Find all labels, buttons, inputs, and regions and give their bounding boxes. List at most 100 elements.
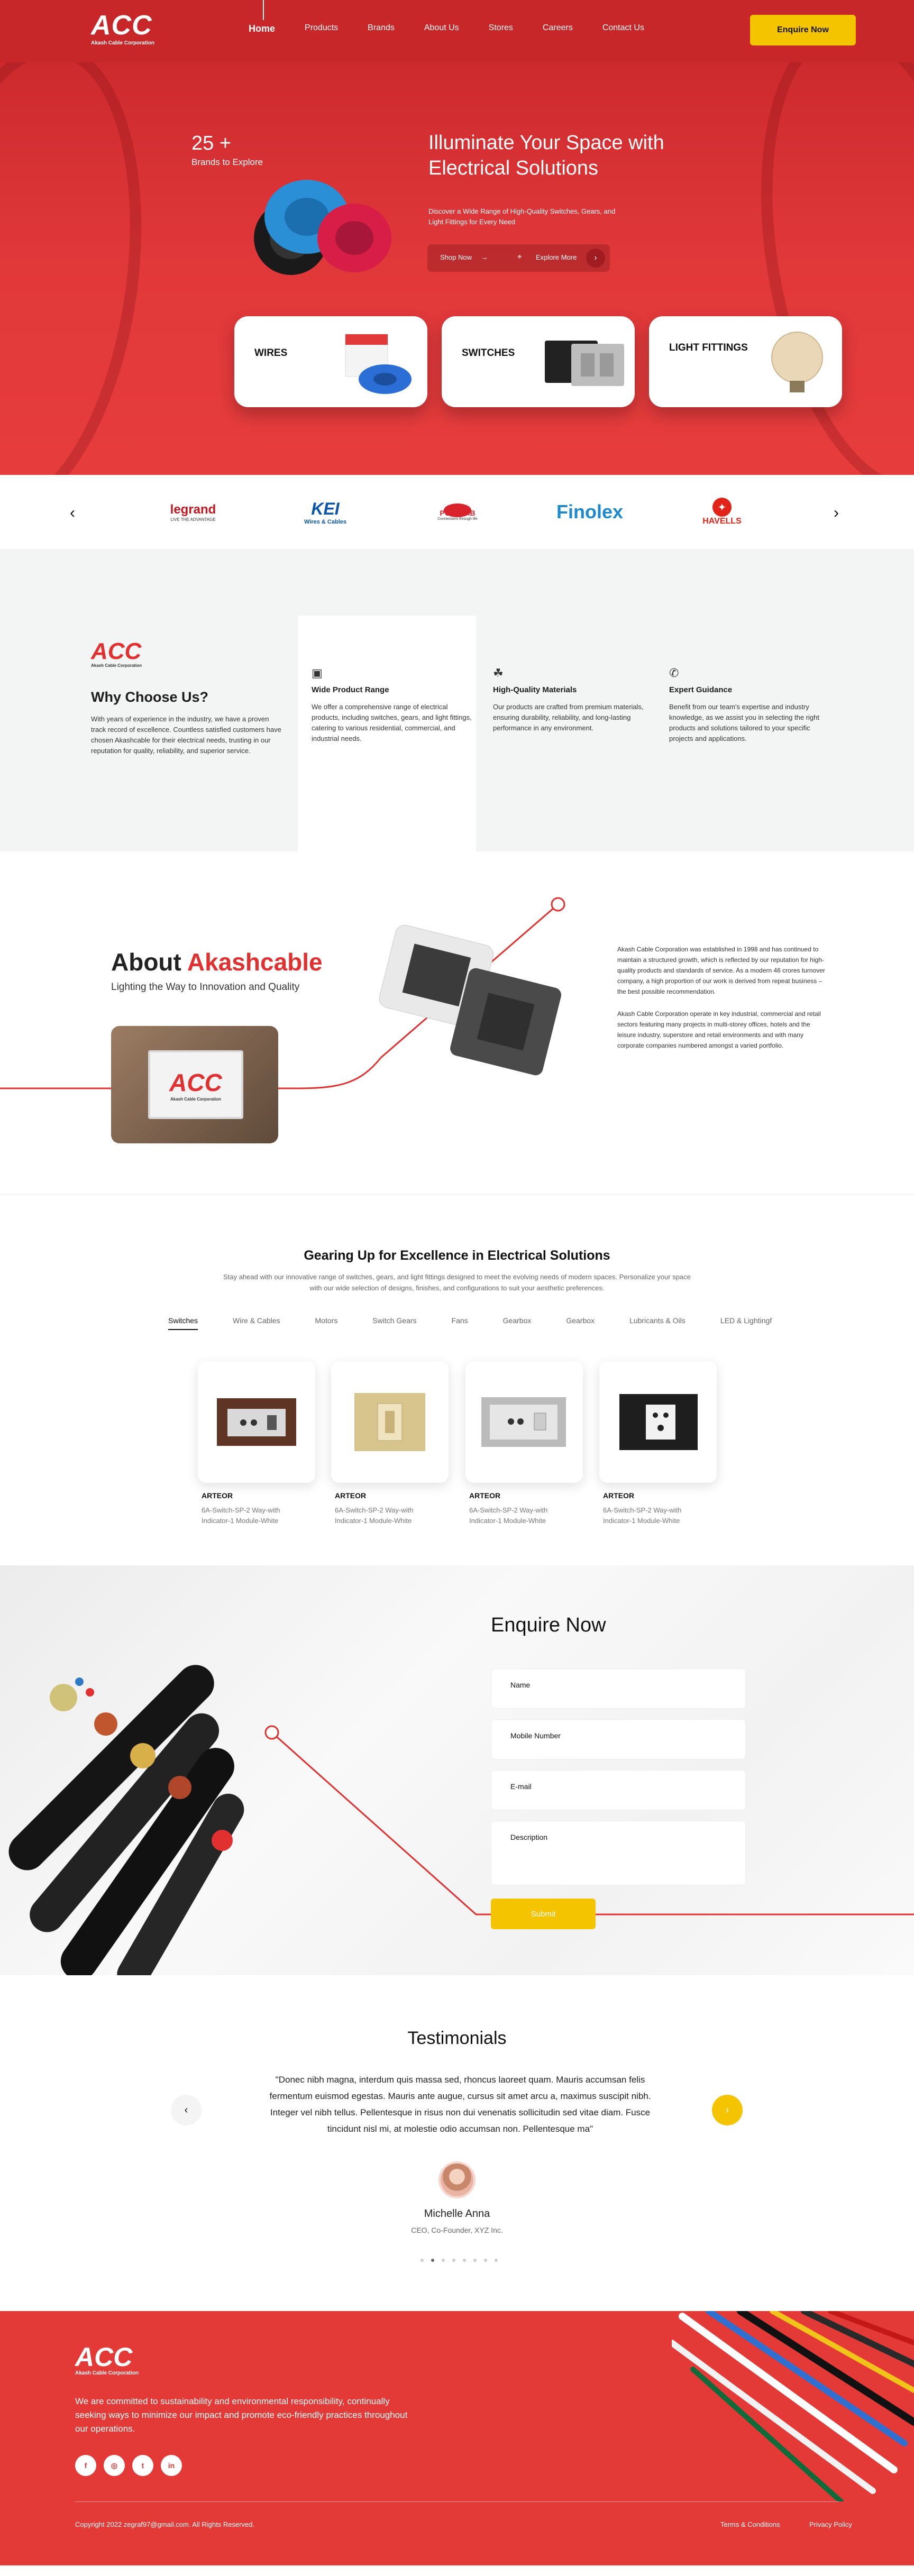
carousel-dot[interactable] <box>473 2259 477 2262</box>
nav-about-us[interactable]: About Us <box>424 23 459 34</box>
about-title: About Akashcable <box>111 948 323 976</box>
category-card-light-fittings[interactable]: LIGHT FITTINGS <box>649 316 842 407</box>
about-subtitle: Lighting the Way to Innovation and Quali… <box>111 982 300 993</box>
tab-switch-gears[interactable]: Switch Gears <box>372 1316 416 1330</box>
product-image <box>354 1393 425 1451</box>
products-title: Gearing Up for Excellence in Electrical … <box>304 1248 610 1263</box>
hero-actions: Shop Now → ⌖ Explore More › <box>427 244 610 272</box>
feature-text: Benefit from our team's expertise and in… <box>669 703 819 742</box>
shop-now-link[interactable]: Shop Now → <box>440 253 488 261</box>
testimonials-section: Testimonials ‹ "Donec nibh magna, interd… <box>0 1975 914 2311</box>
enquire-now-button[interactable]: Enquire Now <box>750 15 856 45</box>
privacy-link[interactable]: Privacy Policy <box>809 2520 852 2528</box>
brand-name: HAVELLS <box>702 517 742 526</box>
brands-next-arrow[interactable]: › <box>834 504 839 522</box>
submit-button[interactable]: Submit <box>491 1899 596 1929</box>
facebook-icon[interactable]: f <box>75 2455 96 2476</box>
carousel-dot[interactable] <box>421 2259 424 2262</box>
carousel-dot[interactable] <box>442 2259 445 2262</box>
brand-logo-polycab[interactable]: POLYCAB Connections through life <box>423 496 492 528</box>
explore-more-link[interactable]: Explore More <box>536 253 577 261</box>
product-image <box>619 1394 698 1450</box>
tab-lubricants-oils[interactable]: Lubricants & Oils <box>629 1316 686 1330</box>
brands-prev-arrow[interactable]: ‹ <box>70 504 75 522</box>
site-logo[interactable]: ACC Akash Cable Corporation <box>91 12 170 49</box>
nav-contact-us[interactable]: Contact Us <box>602 23 644 34</box>
tab-fans[interactable]: Fans <box>452 1316 468 1330</box>
carousel-dot[interactable] <box>495 2259 498 2262</box>
decorative-cable-left <box>0 29 170 475</box>
testimonial-next-button[interactable]: › <box>712 2095 743 2125</box>
product-name: ARTEOR <box>335 1491 367 1500</box>
tab-gearbox-2[interactable]: Gearbox <box>566 1316 595 1330</box>
switch-panel-image <box>545 341 624 386</box>
mobile-number-field[interactable]: Mobile Number <box>491 1719 746 1759</box>
nav-products[interactable]: Products <box>305 23 338 34</box>
tab-gearbox[interactable]: Gearbox <box>503 1316 532 1330</box>
terms-link[interactable]: Terms & Conditions <box>720 2520 780 2528</box>
testimonial-prev-button[interactable]: ‹ <box>171 2095 202 2125</box>
carousel-dot[interactable] <box>484 2259 487 2262</box>
why-title: Why Choose Us? <box>91 689 209 705</box>
tab-wire-cables[interactable]: Wire & Cables <box>233 1316 280 1330</box>
product-card[interactable] <box>465 1361 583 1483</box>
footer: ACC Akash Cable Corporation We are commi… <box>0 2311 914 2565</box>
brand-tagline: LIVE THE ADVANTAGE <box>170 517 216 522</box>
tab-motors[interactable]: Motors <box>315 1316 338 1330</box>
product-card[interactable] <box>331 1361 449 1483</box>
materials-icon: ☘ <box>493 666 504 680</box>
avatar <box>438 2161 476 2198</box>
brand-name: legrand <box>170 502 216 517</box>
logo-text: ACC <box>91 10 152 41</box>
instagram-icon[interactable]: ◎ <box>104 2455 125 2476</box>
nav-careers[interactable]: Careers <box>543 23 573 34</box>
product-tabs: Switches Wire & Cables Motors Switch Gea… <box>168 1316 772 1330</box>
nav-brands[interactable]: Brands <box>368 23 395 34</box>
product-card[interactable] <box>198 1361 315 1483</box>
feature-wide-product-range: ▣ Wide Product Range We offer a comprehe… <box>312 666 476 744</box>
product-name: ARTEOR <box>202 1491 233 1500</box>
nav-stores[interactable]: Stores <box>489 23 513 34</box>
section-divider <box>0 1194 914 1195</box>
about-description: Akash Cable Corporation was established … <box>617 944 829 1051</box>
tab-led-lighting[interactable]: LED & Lightingf <box>720 1316 772 1330</box>
twitter-icon[interactable]: t <box>132 2455 153 2476</box>
products-description: Stay ahead with our innovative range of … <box>223 1273 691 1292</box>
carousel-dot[interactable] <box>452 2259 455 2262</box>
brands-strip: ‹ legrand LIVE THE ADVANTAGE KEI Wires &… <box>0 475 914 549</box>
linkedin-icon[interactable]: in <box>161 2455 182 2476</box>
product-desc: 6A-Switch-SP-2 Way-with Indicator-1 Modu… <box>603 1506 682 1525</box>
product-card[interactable] <box>599 1361 717 1483</box>
product-box-icon: ▣ <box>312 666 323 680</box>
category-card-switches[interactable]: SWITCHES <box>442 316 635 407</box>
testimonial-role: CEO, Co-Founder, XYZ Inc. <box>411 2226 503 2234</box>
feature-expert-guidance: ✆ Expert Guidance Benefit from our team'… <box>669 666 833 744</box>
brand-logo-finolex[interactable]: Finolex <box>550 496 629 528</box>
name-field[interactable]: Name <box>491 1669 746 1709</box>
carousel-dot-active[interactable] <box>431 2259 434 2262</box>
footer-description: We are committed to sustainability and e… <box>75 2396 408 2434</box>
category-card-wires[interactable]: WIRES <box>234 316 427 407</box>
footer-logo[interactable]: ACC Akash Cable Corporation <box>75 2344 139 2376</box>
explore-arrow-button[interactable]: › <box>586 249 605 268</box>
carousel-dot[interactable] <box>463 2259 466 2262</box>
why-logo-text: ACC <box>91 638 142 664</box>
office-sign-photo: ACC Akash Cable Corporation <box>111 1026 278 1143</box>
brand-logo-kei[interactable]: KEI Wires & Cables <box>294 496 357 528</box>
nav-home[interactable]: Home <box>249 23 275 34</box>
product-desc: 6A-Switch-SP-2 Way-with Indicator-1 Modu… <box>469 1506 548 1525</box>
brands-count-number: 25 + <box>191 132 232 154</box>
testimonial-name: Michelle Anna <box>424 2208 490 2220</box>
enquire-title: Enquire Now <box>491 1614 606 1636</box>
brand-name: POLYCAB <box>440 508 476 517</box>
testimonials-title: Testimonials <box>407 2028 507 2048</box>
description-field[interactable]: Description <box>491 1821 746 1885</box>
tab-switches[interactable]: Switches <box>168 1316 198 1330</box>
enquire-section: Enquire Now Name Mobile Number E-mail De… <box>0 1565 914 1975</box>
switch-plates-image <box>379 924 561 1076</box>
email-field[interactable]: E-mail <box>491 1770 746 1810</box>
products-section: Gearing Up for Excellence in Electrical … <box>0 1195 914 1565</box>
brand-logo-legrand[interactable]: legrand LIVE THE ADVANTAGE <box>159 496 227 528</box>
brand-logo-havells[interactable]: ✦ HAVELLS <box>690 496 754 528</box>
shop-now-label: Shop Now <box>440 253 472 261</box>
